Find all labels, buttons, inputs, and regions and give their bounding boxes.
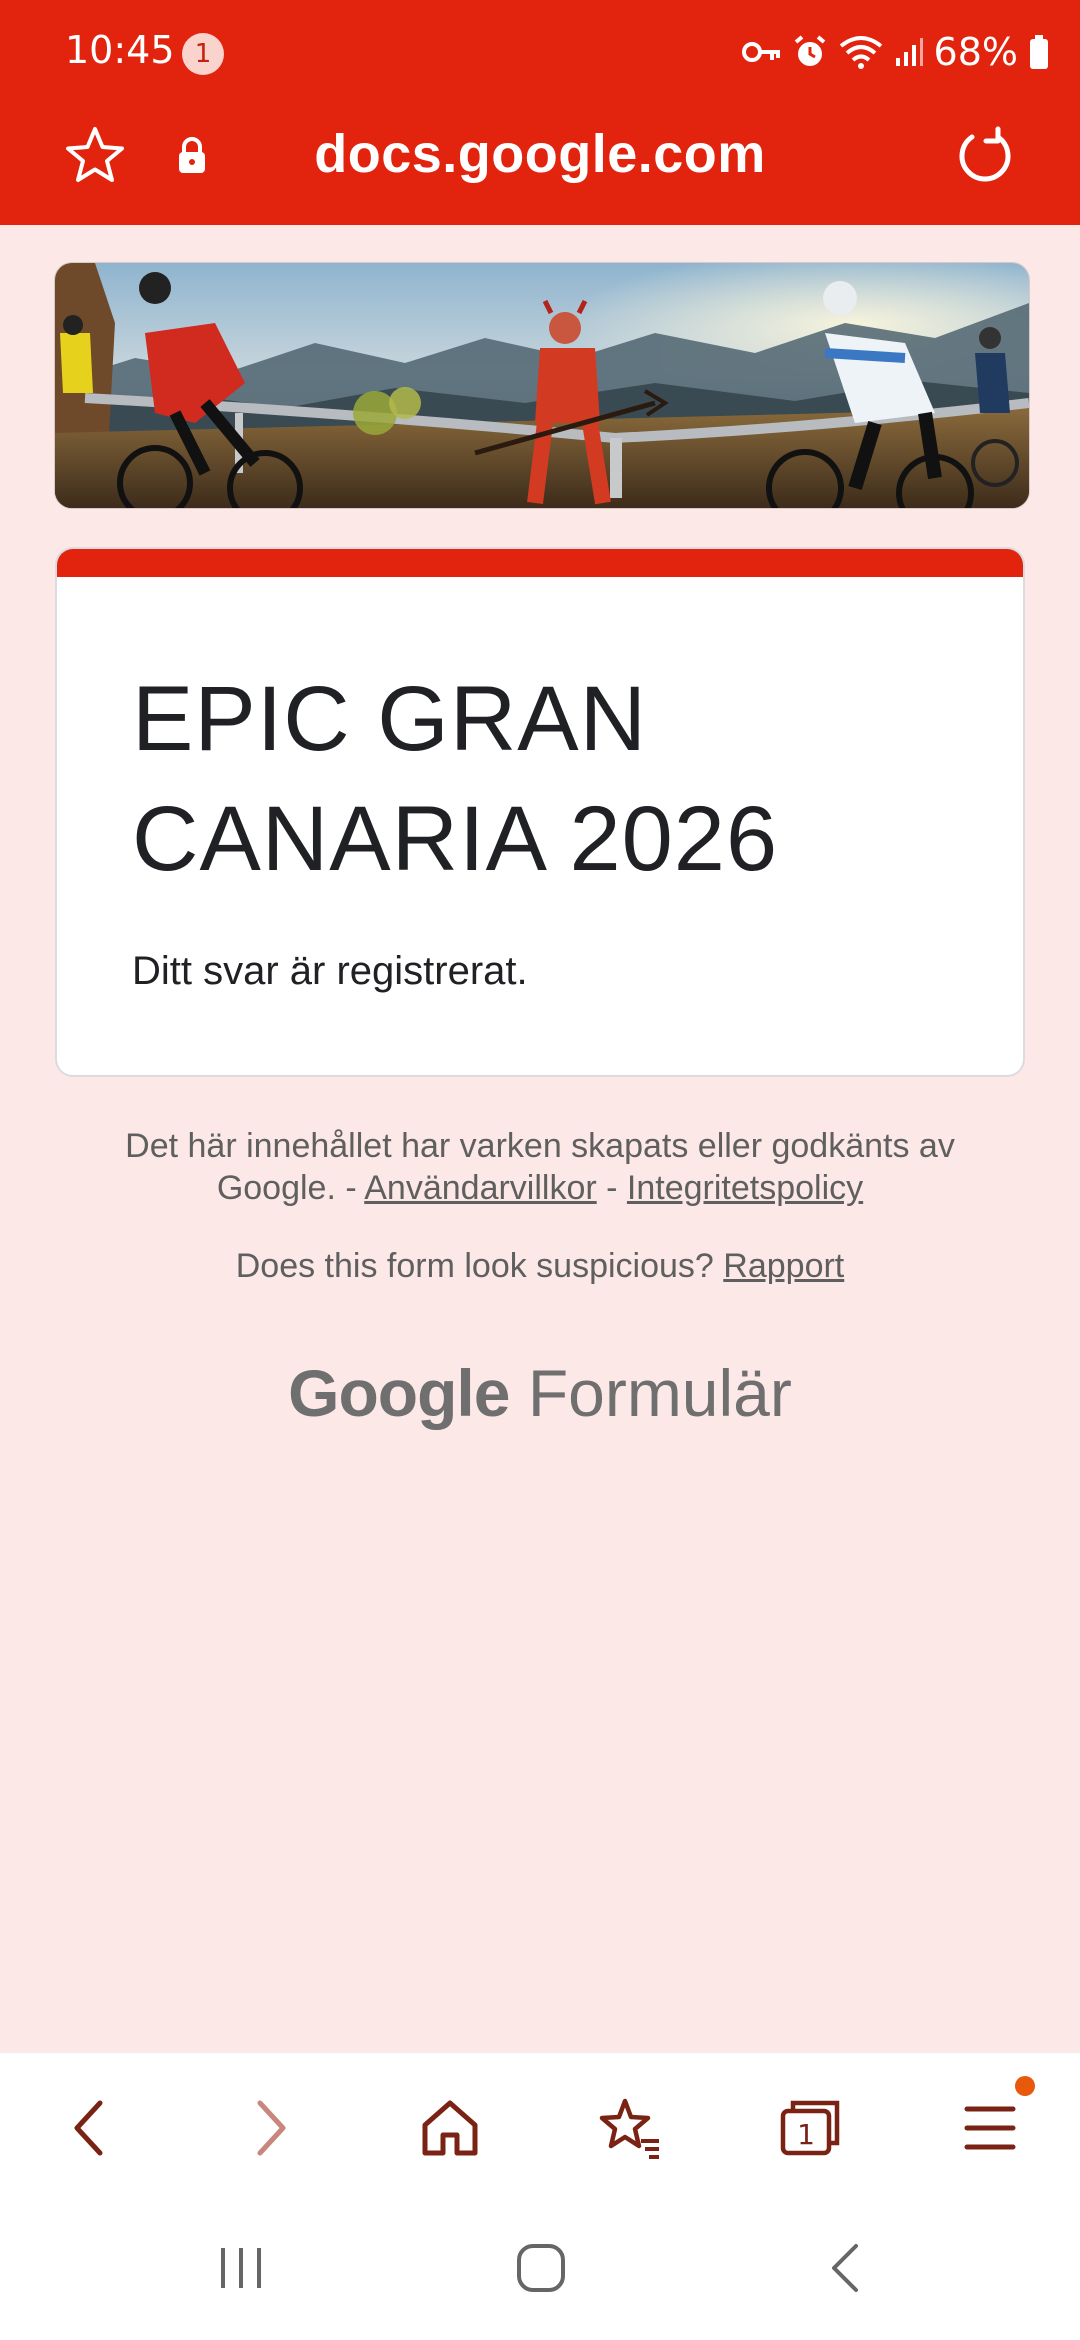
chevron-right-icon[interactable] <box>235 2093 305 2163</box>
terms-link[interactable]: Användarvillkor <box>364 1169 596 1207</box>
system-nav-bar <box>0 2192 1080 2340</box>
browser-top-bar: 10:45 1 68% docs.google.com <box>0 0 1080 225</box>
form-card: EPIC GRAN CANARIA 2026 Ditt svar är regi… <box>55 547 1025 1077</box>
cyclists-photo <box>55 263 1029 508</box>
browser-bottom-nav: 1 <box>0 2052 1080 2193</box>
header-image <box>54 262 1030 509</box>
privacy-link[interactable]: Integritetspolicy <box>627 1169 863 1207</box>
tabs-icon[interactable]: 1 <box>775 2093 845 2163</box>
battery-icon <box>1030 35 1048 69</box>
url-bar[interactable]: docs.google.com <box>0 105 1080 225</box>
suspicious-text: Does this form look suspicious? <box>235 1247 724 1285</box>
signal-icon <box>895 38 923 66</box>
home-system-icon[interactable] <box>515 2242 567 2294</box>
menu-notification-dot <box>1015 2076 1035 2096</box>
battery-percentage: 68% <box>933 30 1018 74</box>
disclaimer: Det här innehållet har varken skapats el… <box>80 1125 1000 1209</box>
recent-apps-icon[interactable] <box>215 2242 267 2294</box>
brand-product: Formulär <box>527 1356 792 1430</box>
report-line: Does this form look suspicious? Rapport <box>80 1247 1000 1286</box>
separator: - <box>596 1169 627 1207</box>
tab-count: 1 <box>797 2118 815 2151</box>
reload-icon[interactable] <box>952 123 1018 189</box>
key-icon <box>741 42 780 62</box>
menu-icon[interactable] <box>955 2093 1025 2163</box>
report-link[interactable]: Rapport <box>723 1247 844 1285</box>
status-time: 10:45 <box>65 28 175 72</box>
card-accent-bar <box>57 549 1023 577</box>
alarm-icon <box>794 35 825 66</box>
chevron-left-icon[interactable] <box>55 2093 125 2163</box>
bookmarks-icon[interactable] <box>595 2093 665 2163</box>
google-forms-logo[interactable]: Google Formulär <box>0 1355 1080 1431</box>
back-system-icon[interactable] <box>820 2242 872 2294</box>
confirmation-message: Ditt svar är registrerat. <box>132 949 528 993</box>
url-text[interactable]: docs.google.com <box>0 123 1080 185</box>
brand-google: Google <box>288 1356 510 1430</box>
form-title: EPIC GRAN CANARIA 2026 <box>132 668 779 890</box>
wifi-icon <box>839 36 882 69</box>
status-bar: 10:45 1 68% <box>0 0 1080 105</box>
home-icon[interactable] <box>415 2093 485 2163</box>
notification-badge: 1 <box>182 33 224 75</box>
status-icons: 68% <box>741 27 1050 77</box>
